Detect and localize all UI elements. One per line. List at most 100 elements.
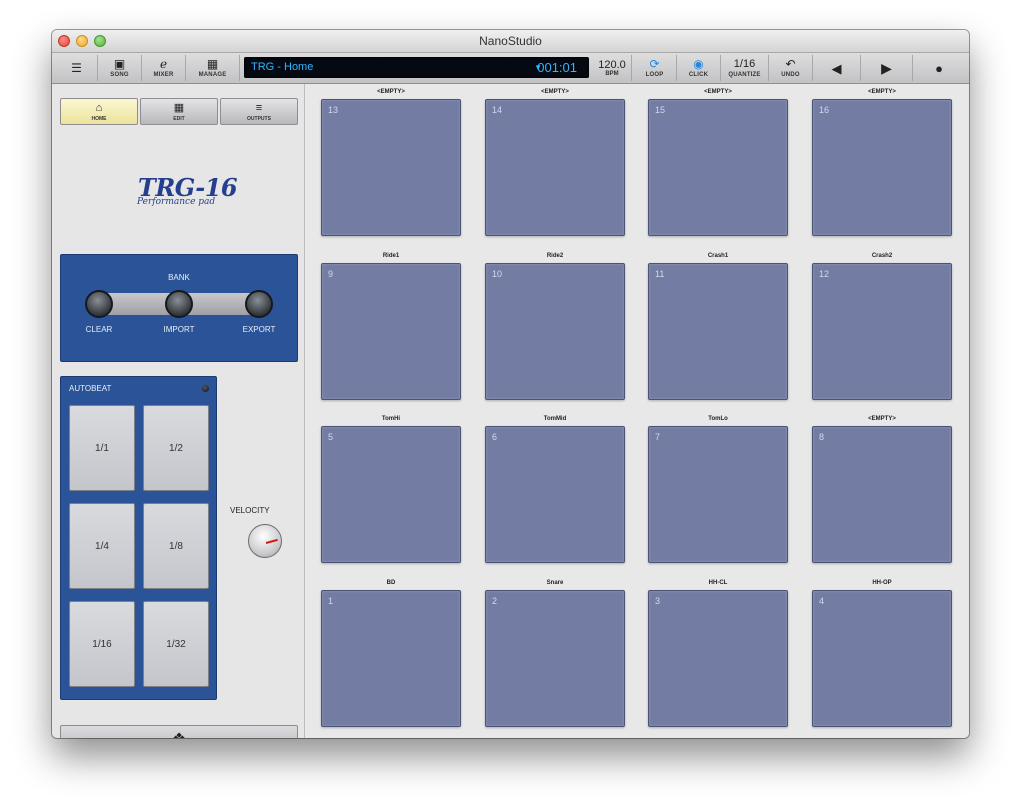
pad-label: <EMPTY> bbox=[377, 89, 405, 95]
autobeat-button[interactable]: 1/1 bbox=[69, 405, 135, 491]
play-button[interactable]: ▶ bbox=[861, 55, 913, 81]
rewind-button[interactable]: ◀ bbox=[813, 55, 861, 81]
autobeat-title: AUTOBEAT bbox=[69, 384, 112, 393]
pad-label: TomLo bbox=[708, 416, 728, 422]
velocity-knob-indicator bbox=[265, 538, 278, 544]
lcd-display[interactable]: TRG - Home ▼ 001:01 bbox=[244, 57, 589, 78]
song-button[interactable]: ▣ SONG bbox=[98, 55, 142, 81]
record-icon: ● bbox=[935, 60, 943, 76]
pad-number: 10 bbox=[492, 269, 503, 279]
bank-title: BANK bbox=[168, 273, 190, 282]
pad-number: 14 bbox=[492, 105, 503, 115]
autobeat-button[interactable]: 1/4 bbox=[69, 503, 135, 589]
pad-number: 6 bbox=[492, 432, 498, 442]
tab-home[interactable]: ⌂ HOME bbox=[60, 98, 138, 125]
drum-pad[interactable]: 3 bbox=[648, 590, 788, 727]
drum-pad[interactable]: 11 bbox=[648, 263, 788, 400]
drum-pad[interactable]: 12 bbox=[812, 263, 952, 400]
undo-label: UNDO bbox=[781, 72, 800, 78]
pad-label: <EMPTY> bbox=[868, 89, 896, 95]
tab-home-label: HOME bbox=[91, 115, 107, 122]
pad-label: BD bbox=[386, 580, 396, 586]
bank-import-button[interactable] bbox=[165, 290, 193, 318]
close-window-button[interactable] bbox=[58, 35, 70, 47]
click-button[interactable]: ◉ CLICK bbox=[677, 55, 721, 81]
tab-outputs-label: OUTPUTS bbox=[247, 115, 271, 122]
drum-pad[interactable]: 1 bbox=[321, 590, 461, 727]
bank-clear-label: CLEAR bbox=[85, 325, 113, 334]
song-label: SONG bbox=[110, 72, 129, 78]
bpm-label: BPM bbox=[605, 71, 619, 77]
pad-number: 7 bbox=[655, 432, 661, 442]
loop-label: LOOP bbox=[645, 72, 664, 78]
tab-edit[interactable]: ▦ EDIT bbox=[140, 98, 218, 125]
mixer-icon: ℯ bbox=[159, 57, 168, 71]
autobeat-button[interactable]: 1/16 bbox=[69, 601, 135, 687]
bank-export-label: EXPORT bbox=[242, 325, 276, 334]
bank-export-button[interactable] bbox=[245, 290, 273, 318]
left-panel: ⌂ HOME ▦ EDIT ≡ OUTPUTS TRG-16 Performan… bbox=[52, 84, 305, 738]
bank-panel: BANK CLEAR IMPORT EXPORT bbox=[60, 254, 298, 362]
drum-pad[interactable]: 9 bbox=[321, 263, 461, 400]
pad-label: Ride1 bbox=[382, 253, 400, 259]
drum-pad[interactable]: 2 bbox=[485, 590, 625, 727]
pad-label: <EMPTY> bbox=[868, 416, 896, 422]
autobeat-button[interactable]: 1/2 bbox=[143, 405, 209, 491]
zoom-window-button[interactable] bbox=[94, 35, 106, 47]
tab-outputs[interactable]: ≡ OUTPUTS bbox=[220, 98, 298, 125]
drum-pad[interactable]: 15 bbox=[648, 99, 788, 236]
undo-button[interactable]: ↶ UNDO bbox=[769, 55, 813, 81]
autobeat-led bbox=[202, 385, 209, 392]
loop-button[interactable]: ⟳ LOOP bbox=[633, 55, 677, 81]
pad-label: <EMPTY> bbox=[704, 89, 732, 95]
pad-number: 15 bbox=[655, 105, 666, 115]
drum-pad[interactable]: 14 bbox=[485, 99, 625, 236]
tempo-display[interactable]: 120.0 BPM bbox=[593, 55, 632, 81]
collapse-panel-button[interactable]: ❖ bbox=[60, 725, 298, 738]
manage-label: MANAGE bbox=[198, 72, 227, 78]
rewind-icon: ◀ bbox=[831, 60, 842, 76]
pad-number: 16 bbox=[819, 105, 830, 115]
mixer-label: MIXER bbox=[153, 72, 174, 78]
play-icon: ▶ bbox=[881, 59, 892, 76]
pad-label: Snare bbox=[546, 580, 564, 586]
bank-clear-button[interactable] bbox=[85, 290, 113, 318]
quantize-button[interactable]: 1/16 QUANTIZE bbox=[721, 55, 769, 81]
pad-number: 13 bbox=[328, 105, 339, 115]
lcd-track-name: TRG - Home bbox=[251, 61, 314, 73]
mixer-button[interactable]: ℯ MIXER bbox=[142, 55, 186, 81]
pad-number: 5 bbox=[328, 432, 334, 442]
pad-label: HH-OP bbox=[872, 580, 892, 586]
drum-pad[interactable]: 10 bbox=[485, 263, 625, 400]
lcd-time: 001:01 bbox=[537, 60, 577, 75]
pad-label: <EMPTY> bbox=[541, 89, 569, 95]
bpm-value: 120.0 bbox=[598, 59, 626, 71]
home-icon: ⌂ bbox=[95, 101, 103, 114]
velocity-knob[interactable] bbox=[248, 524, 282, 558]
pad-number: 12 bbox=[819, 269, 830, 279]
pad-grid: <EMPTY> 13 <EMPTY> 14 <EMPTY> 15 <EMPTY>… bbox=[307, 84, 969, 738]
drum-pad[interactable]: 4 bbox=[812, 590, 952, 727]
title-bar: NanoStudio bbox=[52, 30, 969, 53]
tab-edit-label: EDIT bbox=[173, 115, 185, 122]
app-window: NanoStudio ☰ ▣ SONG ℯ MIXER ▦ MANAGE TRG… bbox=[52, 30, 969, 738]
drum-pad[interactable]: 7 bbox=[648, 426, 788, 563]
pad-number: 2 bbox=[492, 596, 498, 606]
drum-pad[interactable]: 5 bbox=[321, 426, 461, 563]
drum-pad[interactable]: 16 bbox=[812, 99, 952, 236]
manage-button[interactable]: ▦ MANAGE bbox=[186, 55, 240, 81]
minimize-window-button[interactable] bbox=[76, 35, 88, 47]
pad-number: 9 bbox=[328, 269, 334, 279]
pad-label: Crash2 bbox=[871, 253, 893, 259]
bank-import-label: IMPORT bbox=[163, 325, 195, 334]
autobeat-button[interactable]: 1/8 bbox=[143, 503, 209, 589]
drum-pad[interactable]: 13 bbox=[321, 99, 461, 236]
autobeat-button[interactable]: 1/32 bbox=[143, 601, 209, 687]
drum-pad[interactable]: 6 bbox=[485, 426, 625, 563]
pad-label: TomHi bbox=[381, 416, 401, 422]
drum-pad[interactable]: 8 bbox=[812, 426, 952, 563]
menu-button[interactable]: ☰ bbox=[56, 55, 98, 81]
window-title: NanoStudio bbox=[479, 34, 542, 48]
pad-number: 3 bbox=[655, 596, 661, 606]
record-button[interactable]: ● bbox=[913, 55, 965, 81]
